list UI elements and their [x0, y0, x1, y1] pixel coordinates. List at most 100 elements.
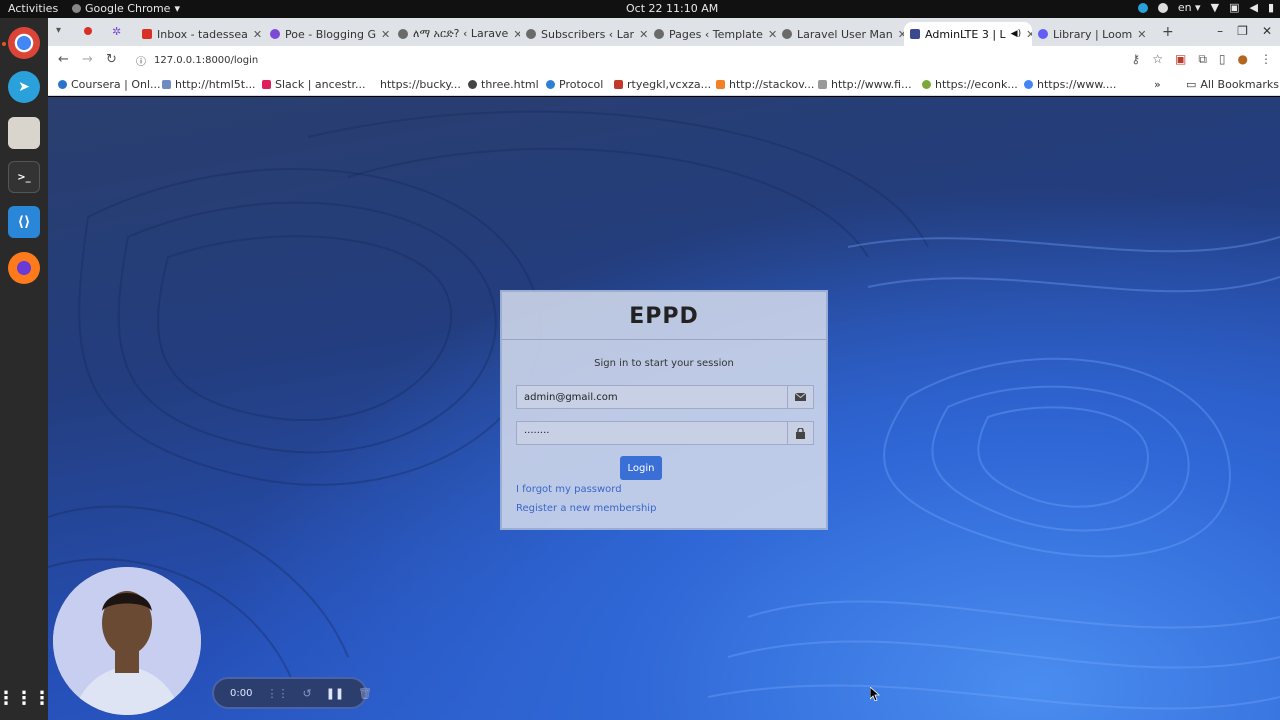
loom-recording-controls: 0:00 ⋮⋮ ↺ ❚❚ 🗑 — [212, 677, 372, 709]
minimize-icon[interactable]: – — [1217, 24, 1223, 38]
close-icon[interactable]: ✕ — [768, 28, 776, 41]
drag-handle-icon[interactable]: ⋮⋮ — [266, 687, 288, 700]
extensions-puzzle-icon[interactable]: ⧉ — [1198, 52, 1207, 67]
page-icon — [922, 80, 931, 89]
bookmark-item[interactable]: rtyegkl,vcxza... — [614, 78, 711, 91]
tab-label: Laravel User Man — [797, 27, 893, 41]
wifi-icon[interactable]: ▼ — [1211, 1, 1219, 14]
mouse-cursor — [869, 686, 881, 705]
page-icon — [818, 80, 827, 89]
close-icon[interactable]: ✕ — [639, 28, 648, 41]
close-window-icon[interactable]: ✕ — [1262, 24, 1272, 38]
language-indicator[interactable]: en ▾ — [1178, 1, 1201, 14]
back-button[interactable]: ← — [58, 52, 69, 67]
site-info-icon[interactable]: ⓘ — [136, 53, 146, 68]
tab-inbox[interactable]: Inbox - tadessea ✕ — [136, 22, 264, 46]
show-apps-icon[interactable]: ⋮⋮⋮ — [0, 682, 51, 714]
bookmarks-bar: Coursera | Onl... http://html5t... Slack… — [48, 74, 1280, 96]
bookmark-item[interactable]: http://html5t... — [162, 78, 256, 91]
tab-laravel-am[interactable]: ለማ አርድ? ‹ Larave ✕ — [392, 22, 520, 46]
bookmark-item[interactable]: https://bucky... — [380, 78, 461, 91]
lock-icon — [787, 422, 813, 444]
telegram-icon[interactable]: ➤ — [8, 71, 40, 103]
email-field[interactable] — [517, 386, 789, 408]
app-menu[interactable]: Google Chrome ▾ — [72, 2, 180, 15]
menu-icon[interactable]: ⋮ — [1260, 52, 1272, 67]
tab-subscribers[interactable]: Subscribers ‹ Lar ✕ — [520, 22, 648, 46]
bookmark-item[interactable]: http://www.fi... — [818, 78, 912, 91]
login-box-message: Sign in to start your session — [594, 358, 734, 369]
close-icon[interactable]: ✕ — [1137, 28, 1146, 41]
extension-icon[interactable]: ▣ — [1175, 52, 1186, 67]
restart-icon[interactable]: ↺ — [302, 687, 311, 700]
tab-pages[interactable]: Pages ‹ Template ✕ — [648, 22, 776, 46]
chrome-icon — [72, 4, 81, 13]
bookmark-item[interactable]: https://econk... — [922, 78, 1018, 91]
bookmarks-overflow-button[interactable]: » — [1154, 78, 1161, 91]
adminlte-icon — [910, 29, 920, 39]
close-icon[interactable]: ✕ — [381, 28, 390, 41]
volume-icon[interactable]: ◀ — [1249, 1, 1257, 14]
chrome-icon[interactable] — [8, 27, 40, 59]
wordpress-icon — [398, 29, 408, 39]
coursera-icon — [58, 80, 67, 89]
bookmark-item[interactable]: Protocol — [546, 78, 603, 91]
firefox-icon[interactable] — [8, 252, 40, 284]
close-icon[interactable]: ✕ — [253, 28, 262, 41]
close-icon[interactable]: ✕ — [513, 28, 520, 41]
tab-laravel-user[interactable]: Laravel User Man ✕ — [776, 22, 904, 46]
battery-icon[interactable]: ▮ — [1268, 1, 1274, 14]
files-icon[interactable] — [8, 117, 40, 149]
register-link[interactable]: Register a new membership — [516, 503, 656, 514]
new-tab-button[interactable]: + — [1162, 24, 1174, 40]
protocol-icon — [546, 80, 555, 89]
forgot-password-link[interactable]: I forgot my password — [516, 484, 622, 495]
telegram-tray-icon[interactable] — [1137, 2, 1148, 13]
record-icon[interactable] — [84, 27, 92, 35]
bookmark-item[interactable]: Coursera | Onl... — [58, 78, 161, 91]
extension-tab-icon[interactable]: ✲ — [112, 25, 121, 38]
email-input-group — [516, 385, 814, 409]
bookmark-star-icon[interactable]: ☆ — [1152, 52, 1163, 67]
delete-icon[interactable]: 🗑 — [358, 687, 372, 700]
network-icon[interactable]: ▣ — [1229, 1, 1239, 14]
address-bar[interactable]: ⓘ 127.0.0.1:8000/login — [128, 50, 1128, 70]
tab-loom[interactable]: Library | Loom ✕ — [1032, 22, 1150, 46]
profile-avatar[interactable]: ● — [1238, 52, 1248, 67]
key-icon[interactable]: ⚷ — [1131, 52, 1140, 67]
globe-icon — [468, 80, 477, 89]
bookmark-item[interactable]: http://stackov... — [716, 78, 814, 91]
envelope-icon — [787, 386, 813, 408]
all-bookmarks[interactable]: ▭ All Bookmarks — [1186, 78, 1279, 91]
brand-title[interactable]: EPPD — [502, 292, 826, 340]
login-button[interactable]: Login — [620, 456, 662, 480]
maximize-icon[interactable]: ❐ — [1237, 24, 1248, 38]
tab-label: Subscribers ‹ Lar — [541, 27, 635, 41]
bookmark-item[interactable]: three.html — [468, 78, 539, 91]
terminal-icon[interactable]: >_ — [8, 161, 40, 193]
bookmark-item[interactable]: https://www.... — [1024, 78, 1116, 91]
forward-button[interactable]: → — [82, 52, 93, 67]
tab-search-icon[interactable]: ▾ — [56, 25, 61, 36]
tab-adminlte[interactable]: AdminLTE 3 | L ◀) ✕ — [904, 22, 1032, 46]
status-tray-icon[interactable] — [1157, 2, 1168, 13]
side-panel-icon[interactable]: ▯ — [1219, 52, 1226, 67]
reload-button[interactable]: ↻ — [106, 52, 117, 67]
stackoverflow-icon — [716, 80, 725, 89]
person-avatar — [53, 567, 201, 715]
gmail-icon — [142, 29, 152, 39]
tab-label: AdminLTE 3 | L — [925, 27, 1006, 41]
system-tray[interactable]: en ▾ ▼ ▣ ◀ ▮ — [1137, 1, 1274, 14]
clock[interactable]: Oct 22 11:10 AM — [626, 2, 718, 15]
tab-label: Inbox - tadessea — [157, 27, 248, 41]
bookmark-item[interactable]: Slack | ancestr... — [262, 78, 365, 91]
audio-icon[interactable]: ◀) — [1011, 29, 1021, 39]
page-icon — [162, 80, 171, 89]
google-icon — [1024, 80, 1033, 89]
vscode-icon[interactable]: ⟨⟩ — [8, 206, 40, 238]
pause-icon[interactable]: ❚❚ — [326, 687, 344, 700]
tab-poe[interactable]: Poe - Blogging G ✕ — [264, 22, 392, 46]
activities-button[interactable]: Activities — [8, 2, 58, 15]
password-field[interactable] — [517, 422, 789, 444]
webcam-bubble[interactable] — [53, 567, 201, 715]
